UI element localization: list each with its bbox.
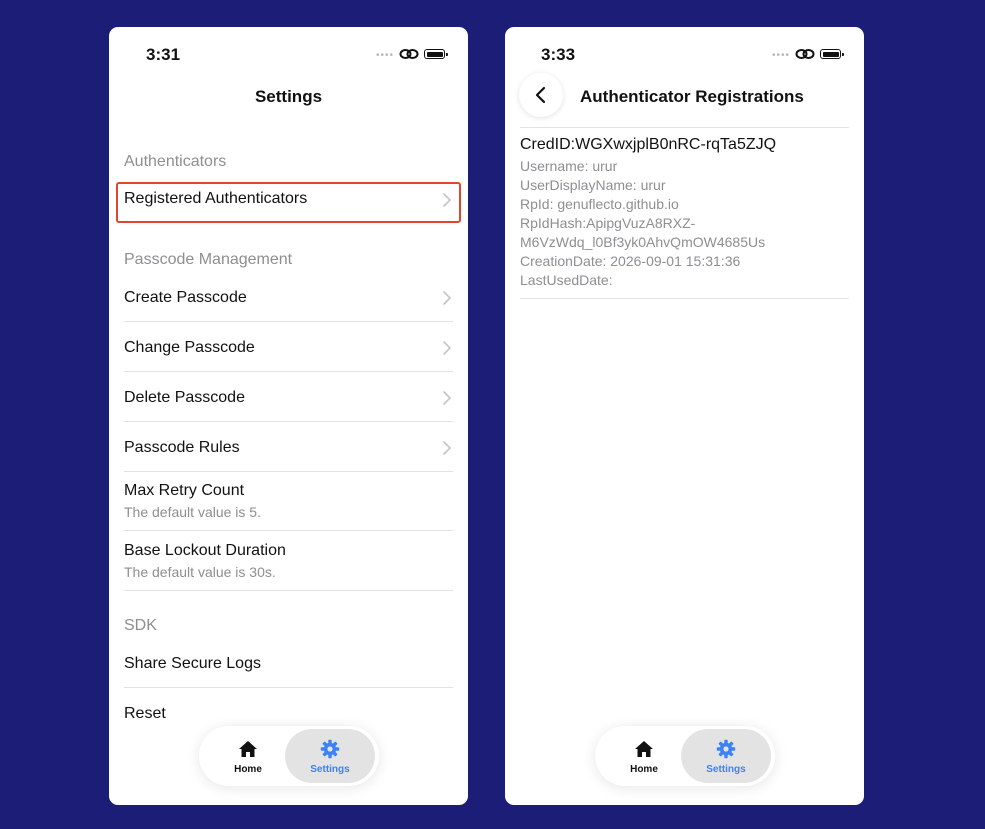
row-label: Create Passcode	[124, 289, 247, 306]
credential-item: CredID:WGXwxjplB0nRC-rqTa5ZJQ Username: …	[520, 127, 849, 299]
cred-username: Username: urur	[520, 158, 618, 174]
tab-home[interactable]: Home	[203, 729, 293, 783]
row-create-passcode[interactable]: Create Passcode	[124, 272, 453, 322]
tab-bar: Home Settings	[199, 726, 379, 786]
cred-rp-id: RpId: genuflecto.github.io	[520, 196, 679, 212]
row-label: Max Retry Count	[124, 482, 245, 499]
status-time: 3:33	[541, 45, 576, 64]
status-icons: ••••	[772, 47, 845, 61]
row-delete-passcode[interactable]: Delete Passcode	[124, 372, 453, 422]
tab-label: Settings	[310, 764, 350, 775]
chevron-right-icon	[443, 341, 451, 355]
back-button[interactable]	[519, 73, 563, 117]
chevron-right-icon	[443, 391, 451, 405]
tab-label: Home	[630, 764, 658, 775]
tab-bar: Home Settings	[595, 726, 775, 786]
section-header-passcode-management: Passcode Management	[124, 251, 293, 268]
cred-id: CredID:WGXwxjplB0nRC-rqTa5ZJQ	[520, 136, 777, 153]
tab-settings[interactable]: Settings	[681, 729, 771, 783]
signal-dots-icon: ••••	[376, 50, 395, 61]
row-passcode-rules[interactable]: Passcode Rules	[124, 422, 453, 472]
gear-icon	[716, 739, 736, 759]
tab-home[interactable]: Home	[599, 729, 689, 783]
cred-rp-id-hash-line-1: RpIdHash:ApipgVuzA8RXZ-	[520, 215, 696, 231]
authenticator-registrations-screen: 3:33 •••• Authenticator Registrations Cr…	[505, 27, 864, 805]
row-label: Change Passcode	[124, 339, 255, 356]
chevron-right-icon	[443, 441, 451, 455]
row-share-secure-logs[interactable]: Share Secure Logs	[124, 638, 453, 688]
page-title: Settings	[254, 87, 323, 106]
home-icon	[239, 741, 257, 757]
chevron-left-icon	[535, 86, 546, 104]
cred-rp-id-hash-line-2: M6VzWdq_l0Bf3yk0AhvQmOW4685Us	[520, 234, 766, 250]
status-time: 3:31	[146, 45, 181, 64]
tab-label: Home	[234, 764, 262, 775]
gear-icon	[320, 739, 340, 759]
status-icons: ••••	[376, 47, 449, 61]
battery-icon	[424, 49, 449, 59]
chevron-right-icon	[443, 291, 451, 305]
row-base-lockout-duration[interactable]: Base Lockout Duration The default value …	[124, 531, 453, 591]
row-label: Reset	[124, 705, 166, 722]
tab-settings[interactable]: Settings	[285, 729, 375, 783]
row-sublabel: The default value is 5.	[124, 504, 261, 520]
signal-dots-icon: ••••	[772, 50, 791, 61]
cred-creation-date: CreationDate: 2026-09-01 15:31:36	[520, 253, 741, 269]
row-max-retry-count[interactable]: Max Retry Count The default value is 5.	[124, 472, 453, 531]
page-title: Authenticator Registrations	[580, 87, 804, 106]
settings-screen: 3:31 •••• Settings Authenticators Regist…	[109, 27, 468, 805]
row-change-passcode[interactable]: Change Passcode	[124, 322, 453, 372]
cred-user-display-name: UserDisplayName: urur	[520, 177, 666, 193]
home-icon	[635, 741, 653, 757]
row-label: Delete Passcode	[124, 389, 245, 406]
section-header-authenticators: Authenticators	[124, 153, 227, 170]
row-label: Base Lockout Duration	[124, 542, 286, 559]
link-icon	[795, 49, 815, 59]
section-header-sdk: SDK	[124, 617, 157, 634]
highlight-box	[116, 182, 461, 223]
row-label: Share Secure Logs	[124, 655, 261, 672]
battery-icon	[820, 49, 845, 59]
link-icon	[399, 49, 419, 59]
row-label: Passcode Rules	[124, 439, 240, 456]
row-sublabel: The default value is 30s.	[124, 564, 276, 580]
tab-label: Settings	[706, 764, 746, 775]
cred-last-used-date: LastUsedDate:	[520, 272, 613, 288]
